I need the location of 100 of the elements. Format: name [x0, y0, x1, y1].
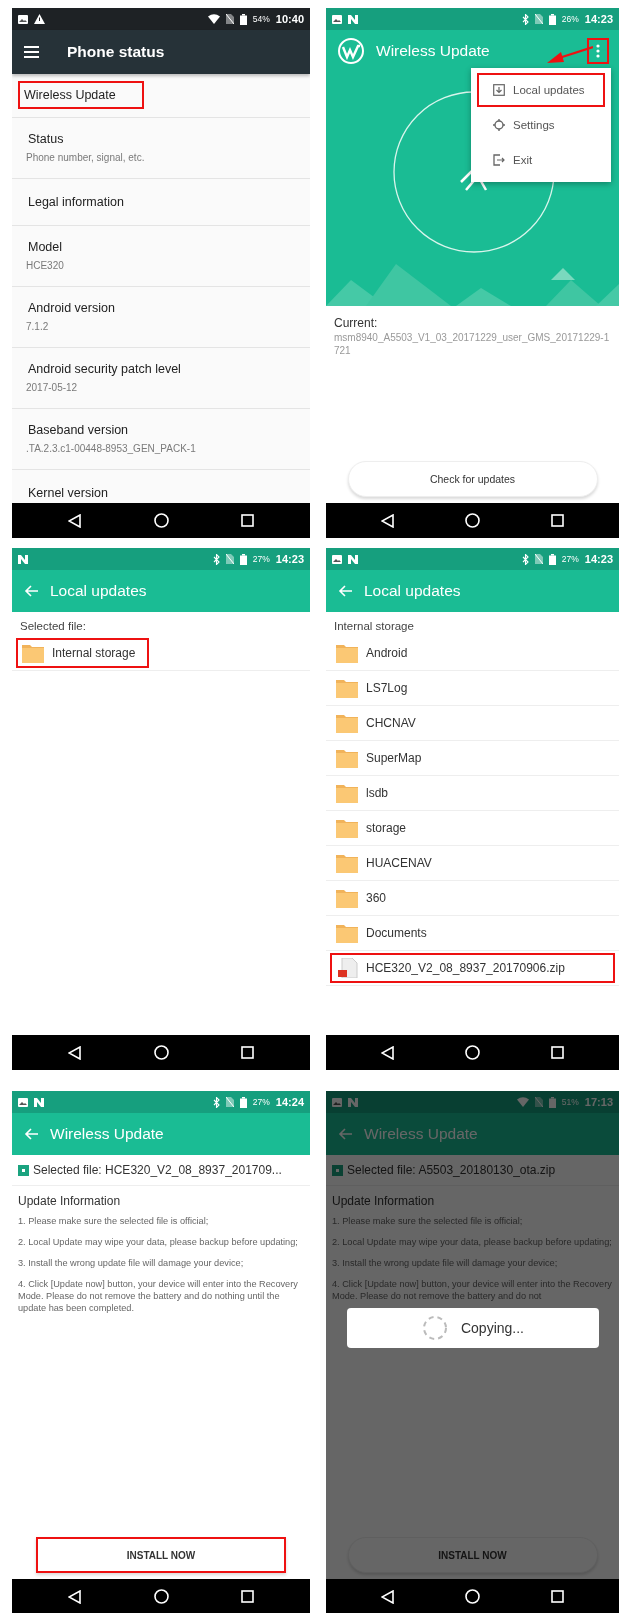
battery-icon — [239, 1096, 247, 1108]
folder-icon — [336, 783, 358, 803]
screen-title: Wireless Update — [376, 42, 490, 60]
info-note: 2. Local Update may wipe your data, please backup before updating; — [18, 1236, 299, 1249]
selected-file: Selected file: HCE320_V2_08_8937_201709... — [33, 1163, 282, 1177]
battery-icon — [239, 553, 247, 565]
bluetooth-icon — [521, 553, 529, 565]
folder-item[interactable]: 360 — [330, 883, 401, 913]
folder-icon — [22, 643, 44, 663]
screen-title: Wireless Update — [364, 1125, 478, 1143]
info-note: 3. Install the wrong update file will damage your device; — [18, 1257, 245, 1270]
nfc-icon — [348, 554, 358, 564]
sim-icon — [225, 1097, 234, 1107]
warning-icon — [34, 14, 45, 24]
nfc-icon — [348, 14, 358, 24]
clock-time: 14:24 — [275, 1096, 304, 1108]
bluetooth-icon — [212, 1096, 220, 1108]
info-heading: Update Information — [17, 1193, 122, 1210]
sim-icon — [534, 554, 543, 564]
preference-title[interactable]: Legal information — [26, 193, 126, 211]
menu-item[interactable]: Settings — [477, 108, 605, 142]
battery-icon — [548, 553, 556, 565]
folder-icon — [336, 888, 358, 908]
bluetooth-icon — [212, 553, 220, 565]
folder-icon — [336, 818, 358, 838]
folder-item[interactable]: CHCNAV — [330, 708, 430, 738]
spinner-icon — [420, 1313, 449, 1342]
more-vert-icon — [596, 44, 600, 58]
selected-file: Selected file: A5503_20180130_ota.zip — [347, 1163, 556, 1177]
preference-title[interactable]: Wireless Update — [18, 81, 144, 109]
info-note: 1. Please make sure the selected file is official; — [18, 1216, 210, 1228]
folder-icon — [336, 678, 358, 698]
zip-file-icon — [336, 958, 358, 978]
screen-title: Local updates — [50, 582, 147, 600]
preference-title[interactable]: Model — [26, 238, 65, 256]
app-logo-icon — [338, 38, 364, 64]
folder-item[interactable]: Android — [330, 638, 422, 668]
clock-time: 17:13 — [584, 1096, 613, 1108]
menu-item[interactable]: Local updates — [477, 73, 605, 107]
folder-item[interactable]: Documents — [330, 918, 441, 948]
folder-item[interactable]: LS7Log — [330, 673, 422, 703]
wifi-icon — [516, 1097, 529, 1107]
folder-icon — [336, 923, 358, 943]
install-now-button[interactable]: INSTALL NOW — [36, 1537, 286, 1573]
folder-icon — [336, 643, 358, 663]
settings-summary: .TA.2.3.c1-00448-8953_GEN_PACK-1 — [26, 443, 197, 454]
nfc-icon — [348, 1097, 358, 1107]
settings-summary: HCE320 — [26, 260, 65, 271]
battery-percent: 54% — [252, 14, 270, 24]
download-icon — [493, 84, 505, 96]
directory-label: Internal storage — [333, 619, 415, 634]
info-note: 4. Click [Update now] button, your device will enter into the Recovery Mode. Please do not remove the battery and do nothing until the update has been completed. — [18, 1278, 299, 1315]
current-label: Current: — [334, 316, 379, 330]
folder-icon — [336, 748, 358, 768]
check-updates-button[interactable]: Check for updates — [347, 461, 598, 497]
battery-percent: 27% — [561, 554, 579, 564]
sim-icon — [225, 14, 234, 24]
folder-icon — [336, 713, 358, 733]
folder-item[interactable]: storage — [330, 813, 421, 843]
screen-title: Phone status — [67, 43, 165, 61]
battery-percent: 26% — [561, 14, 579, 24]
sim-icon — [534, 1097, 543, 1107]
bluetooth-icon — [521, 13, 529, 25]
nfc-icon — [18, 554, 28, 564]
file-icon — [18, 1164, 29, 1176]
wifi-icon — [207, 14, 220, 24]
preference-title[interactable]: Baseband version — [26, 421, 131, 439]
folder-icon — [336, 853, 358, 873]
folder-item[interactable]: HUACENAV — [330, 848, 446, 878]
overflow-menu-button[interactable] — [587, 38, 609, 64]
image-icon — [332, 14, 342, 24]
battery-percent: 27% — [252, 1097, 270, 1107]
file-icon — [332, 1164, 343, 1176]
clock-time: 10:40 — [275, 13, 304, 25]
battery-percent: 51% — [561, 1097, 579, 1107]
preference-title[interactable]: Android security patch level — [26, 360, 183, 378]
preference-title[interactable]: Kernel version — [26, 484, 110, 502]
folder-item[interactable]: Internal storage — [16, 638, 150, 668]
menu-icon[interactable] — [24, 46, 39, 58]
preference-title[interactable]: Android version — [26, 299, 117, 317]
sim-icon — [225, 554, 234, 564]
folder-item[interactable]: lsdb — [330, 778, 402, 808]
current-version: msm8940_A5503_V1_03_20171229_user_GMS_20171229-1721 — [334, 332, 611, 357]
settings-summary: Phone number, signal, etc. — [26, 152, 146, 163]
clock-time: 14:23 — [584, 13, 613, 25]
settings-summary: 7.1.2 — [26, 321, 50, 332]
screen-title: Wireless Update — [50, 1125, 164, 1143]
file-item[interactable]: HCE320_V2_08_8937_20170906.zip — [330, 953, 615, 983]
folder-item[interactable]: SuperMap — [330, 743, 436, 773]
battery-icon — [548, 1096, 556, 1108]
settings-icon — [493, 119, 505, 131]
image-icon — [18, 1097, 28, 1107]
preference-title[interactable]: Status — [26, 130, 66, 148]
menu-item[interactable]: Exit — [477, 143, 605, 177]
image-icon — [332, 554, 342, 564]
directory-label: Selected file: — [19, 619, 87, 634]
settings-summary: 2017-05-12 — [26, 382, 79, 393]
battery-icon — [239, 13, 247, 25]
image-icon — [332, 1097, 342, 1107]
image-icon — [18, 14, 28, 24]
